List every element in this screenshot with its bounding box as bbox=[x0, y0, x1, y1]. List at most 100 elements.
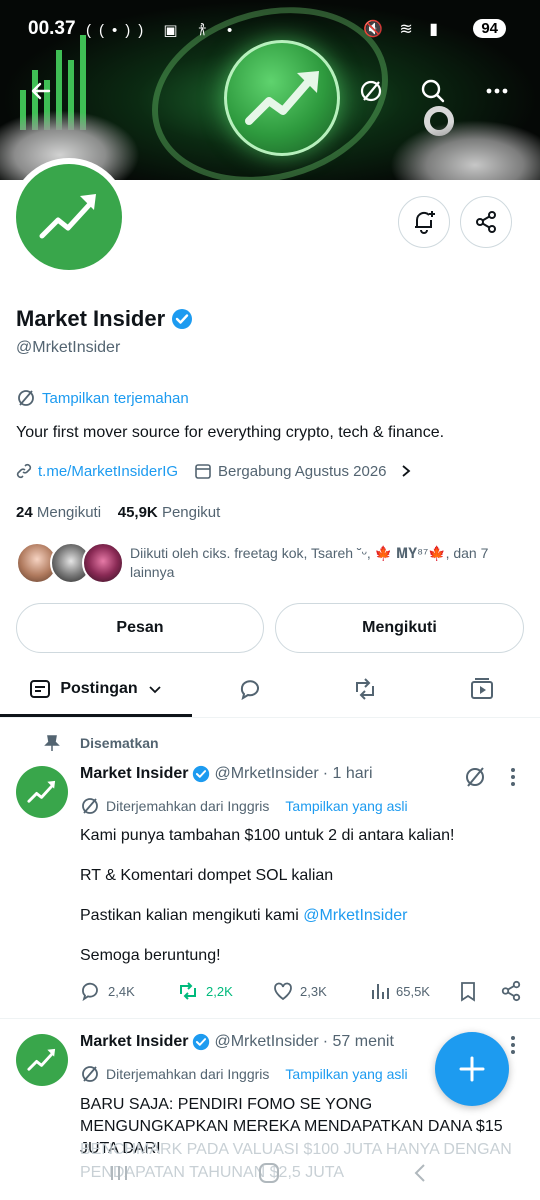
pin-icon bbox=[44, 735, 60, 751]
post-author-name[interactable]: Market Insider bbox=[80, 1033, 188, 1051]
verified-badge-icon bbox=[193, 765, 210, 783]
post-avatar[interactable] bbox=[16, 1034, 68, 1086]
media-icon bbox=[471, 678, 493, 699]
post-author-handle[interactable]: @MrketInsider bbox=[214, 1033, 318, 1051]
show-original-link[interactable]: Tampilkan yang asli bbox=[285, 1066, 407, 1082]
reply-button[interactable]: 2,4K bbox=[80, 980, 135, 1002]
following-count: 24 bbox=[16, 504, 33, 521]
translate-top-button[interactable] bbox=[352, 72, 390, 110]
share-profile-button[interactable] bbox=[460, 196, 512, 248]
system-nav-bar bbox=[0, 1150, 540, 1200]
back-button[interactable] bbox=[22, 72, 60, 110]
status-time: 00.37 bbox=[28, 18, 76, 39]
followers-label: Pengikut bbox=[161, 504, 221, 521]
follow-stats: 24 Mengikuti 45,9K Pengikut bbox=[16, 504, 220, 521]
profile-handle: @MrketInsider bbox=[16, 339, 121, 356]
bookmark-button[interactable] bbox=[458, 980, 478, 1002]
tab-posts[interactable]: Postingan bbox=[0, 662, 192, 717]
share-post-button[interactable] bbox=[500, 980, 522, 1002]
post-translated-info: Diterjemahkan dari Inggris Tampilkan yan… bbox=[80, 796, 408, 816]
search-button[interactable] bbox=[414, 72, 452, 110]
verified-badge-icon bbox=[193, 1033, 210, 1051]
share-icon bbox=[476, 211, 496, 233]
profile-avatar[interactable] bbox=[10, 158, 128, 276]
chart-arrow-icon bbox=[27, 1048, 56, 1071]
post-header: Market Insider @MrketInsider · 57 menit bbox=[80, 1033, 394, 1051]
following-link[interactable]: 24 Mengikuti bbox=[16, 504, 101, 521]
pinned-text: Disematkan bbox=[80, 735, 159, 751]
post-line: Kami punya tambahan $100 untuk 2 di anta… bbox=[80, 827, 455, 844]
post-mention[interactable]: @MrketInsider bbox=[303, 907, 407, 924]
more-vertical-icon bbox=[511, 768, 515, 786]
calendar-icon bbox=[195, 464, 211, 479]
pinned-label: Disematkan bbox=[44, 734, 159, 752]
tab-media[interactable] bbox=[452, 662, 512, 716]
chevron-down-icon bbox=[149, 686, 161, 694]
compose-post-button[interactable] bbox=[435, 1032, 509, 1106]
show-original-link[interactable]: Tampilkan yang asli bbox=[285, 798, 407, 814]
post-more-button[interactable] bbox=[506, 766, 520, 793]
post-author-handle[interactable]: @MrketInsider bbox=[214, 765, 318, 783]
plus-icon bbox=[459, 1056, 485, 1082]
chart-arrow-icon bbox=[39, 194, 96, 239]
home-button[interactable] bbox=[254, 1158, 284, 1188]
verified-badge-icon[interactable] bbox=[171, 308, 193, 330]
followed-by[interactable]: Diikuti oleh ciks. freetag kok, Tsareh ˘… bbox=[16, 540, 526, 586]
post-line-text: Pastikan kalian mengikuti kami bbox=[80, 907, 304, 924]
show-translation-label[interactable]: Tampilkan terjemahan bbox=[42, 390, 189, 407]
post-line: Pastikan kalian mengikuti kami @MrketIns… bbox=[80, 905, 530, 926]
profile-meta: t.me/MarketInsiderIG Bergabung Agustus 2… bbox=[16, 462, 413, 480]
views-count: 65,5K bbox=[396, 983, 430, 999]
status-bar: 00.37 ((•)) ▣ 𐀪 • 🔇 ≋ ▮ 94 bbox=[0, 0, 540, 58]
followers-link[interactable]: 45,9K Pengikut bbox=[118, 504, 221, 521]
followers-count: 45,9K bbox=[117, 504, 158, 521]
profile-link[interactable]: t.me/MarketInsiderIG bbox=[38, 463, 178, 480]
like-count: 2,3K bbox=[300, 983, 327, 999]
post-avatar[interactable] bbox=[16, 766, 68, 818]
reply-icon bbox=[240, 680, 259, 701]
repost-button[interactable]: 2,2K bbox=[176, 980, 233, 1002]
tab-replies[interactable] bbox=[220, 662, 280, 716]
share-icon bbox=[501, 980, 521, 1002]
post-time: · 1 hari bbox=[322, 765, 373, 782]
profile-bio: Your first mover source for everything c… bbox=[16, 424, 445, 441]
battery-indicator: 94 bbox=[473, 19, 506, 38]
show-translation-link[interactable]: Tampilkan terjemahan bbox=[16, 388, 189, 408]
notify-button[interactable] bbox=[398, 196, 450, 248]
status-right-icons: 🔇 ≋ ▮ bbox=[362, 21, 444, 38]
post-author-name[interactable]: Market Insider bbox=[80, 765, 188, 783]
following-label: Mengikuti bbox=[36, 504, 102, 521]
post-more-button[interactable] bbox=[506, 1034, 520, 1061]
recent-apps-button[interactable] bbox=[104, 1158, 134, 1188]
views-button[interactable]: 65,5K bbox=[370, 980, 430, 1002]
reply-icon bbox=[82, 982, 98, 1002]
like-button[interactable]: 2,3K bbox=[272, 980, 327, 1002]
views-chart-icon bbox=[372, 984, 389, 999]
profile-tabs: Postingan bbox=[0, 662, 540, 718]
link-icon bbox=[16, 463, 32, 479]
profile-name: Market Insider bbox=[16, 306, 193, 332]
tab-reposts[interactable] bbox=[335, 662, 395, 716]
more-options-button[interactable] bbox=[478, 72, 516, 110]
translate-icon bbox=[360, 80, 382, 102]
bookmark-icon bbox=[461, 982, 475, 1002]
chevron-left-icon bbox=[414, 1164, 425, 1182]
post-translate-button[interactable] bbox=[462, 764, 488, 795]
system-back-button[interactable] bbox=[406, 1158, 436, 1188]
heart-icon bbox=[274, 982, 292, 1001]
banner-smoke-right bbox=[390, 120, 540, 180]
back-arrow-icon bbox=[31, 82, 51, 100]
more-vertical-icon bbox=[511, 1036, 515, 1054]
translate-icon bbox=[18, 390, 34, 406]
posts-icon bbox=[30, 680, 51, 698]
post-line: Semoga beruntung! bbox=[80, 947, 221, 964]
post-translated-info: Diterjemahkan dari Inggris Tampilkan yan… bbox=[80, 1064, 408, 1084]
translate-icon bbox=[466, 767, 484, 787]
translate-icon bbox=[82, 1066, 98, 1082]
message-button[interactable]: Pesan bbox=[16, 603, 264, 653]
post-header: Market Insider @MrketInsider · 1 hari bbox=[80, 765, 373, 783]
chevron-right-icon[interactable] bbox=[399, 464, 413, 478]
followed-by-text: Diikuti oleh ciks. freetag kok, Tsareh ˘… bbox=[130, 545, 489, 580]
repost-icon bbox=[180, 982, 196, 1000]
following-button[interactable]: Mengikuti bbox=[275, 603, 524, 653]
